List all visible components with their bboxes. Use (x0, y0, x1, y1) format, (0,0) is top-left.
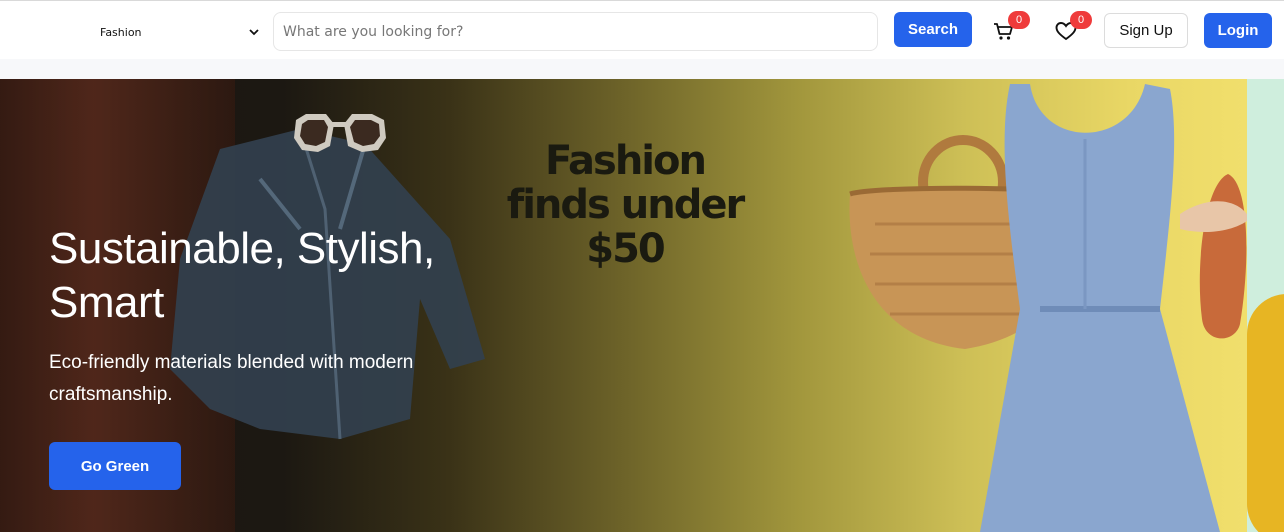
hero-banner: Fashion finds under $50 Sustainable, Sty… (0, 79, 1284, 532)
promo-text: Fashion finds under $50 (506, 138, 745, 272)
login-button[interactable]: Login (1204, 13, 1272, 48)
signup-button[interactable]: Sign Up (1104, 13, 1188, 48)
wishlist-count-badge: 0 (1070, 11, 1092, 29)
search-button[interactable]: Search (894, 12, 972, 47)
go-green-button[interactable]: Go Green (49, 442, 181, 490)
navbar: Fashion What are you looking for? Search… (0, 3, 1284, 59)
chevron-down-icon (249, 29, 259, 36)
category-select-value: Fashion (100, 25, 142, 39)
category-select[interactable]: Fashion (100, 21, 260, 43)
search-placeholder: What are you looking for? (283, 23, 464, 40)
hero-image-emoji (1247, 294, 1284, 532)
cart-count-badge: 0 (1008, 11, 1030, 29)
search-input[interactable]: What are you looking for? (273, 12, 878, 51)
hero-title: Sustainable, Stylish, Smart (49, 224, 435, 327)
header-spacer (0, 59, 1284, 79)
hero-image-sandal (1180, 174, 1250, 339)
hero-image-sunglasses (294, 114, 386, 152)
hero-subtitle: Eco-friendly materials blended with mode… (49, 352, 414, 405)
